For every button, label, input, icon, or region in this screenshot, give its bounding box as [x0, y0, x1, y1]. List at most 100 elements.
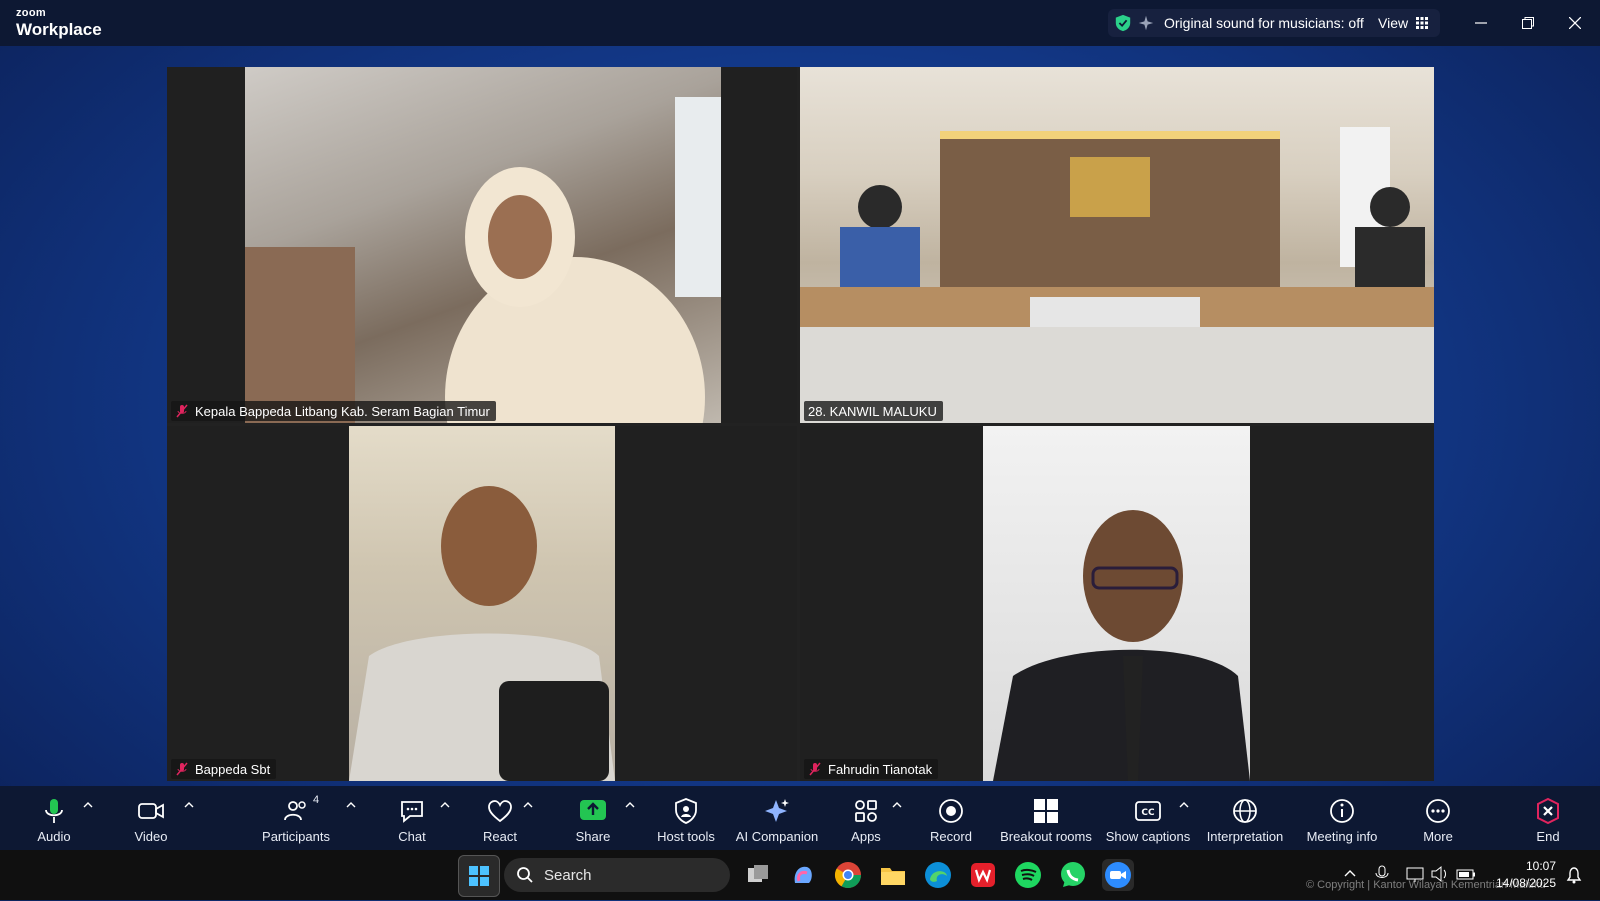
title-bar: zoom Workplace Original sound for musici…: [0, 0, 1600, 46]
whatsapp-icon: [1061, 862, 1085, 887]
info-icon: [1330, 799, 1354, 823]
breakout-rooms-icon: [1034, 799, 1058, 823]
participants-icon: [284, 801, 306, 821]
svg-text:CC: CC: [1141, 808, 1155, 818]
audio-button[interactable]: Audio: [32, 786, 76, 850]
mic-muted-icon: [176, 762, 188, 776]
search-icon: [517, 867, 533, 883]
heart-icon: [488, 800, 512, 823]
windows-taskbar: Search 10:07 14/08/2025: [0, 850, 1600, 900]
zoom-app[interactable]: [1102, 859, 1134, 891]
breakout-rooms-label: Breakout rooms: [1000, 829, 1092, 844]
zoom-taskbar-icon: [1105, 862, 1131, 888]
end-call-icon: [1537, 797, 1559, 825]
wps-icon: [971, 863, 995, 887]
video-gallery: Kepala Bappeda Litbang Kab. Seram Bagian…: [167, 67, 1434, 781]
participant-name-label: Bappeda Sbt: [171, 759, 277, 779]
video-options-chevron-icon[interactable]: [184, 800, 194, 810]
person-silhouette: [993, 510, 1250, 781]
audio-options-chevron-icon[interactable]: [83, 800, 93, 810]
meeting-toolbar: Audio Video Participants 4 Chat React Sh…: [0, 786, 1600, 850]
video-camera-icon: [138, 803, 164, 819]
video-tile-participant-2[interactable]: 28. KANWIL MALUKU: [800, 67, 1434, 423]
participant-name-label: Fahrudin Tianotak: [804, 759, 939, 779]
react-options-chevron-icon[interactable]: [523, 800, 533, 810]
participants-button[interactable]: Participants: [258, 786, 334, 850]
video-tile-participant-1[interactable]: Kepala Bappeda Litbang Kab. Seram Bagian…: [167, 67, 797, 423]
ai-sparkle-icon: [765, 799, 789, 822]
closed-captions-icon: CC: [1135, 801, 1161, 821]
taskbar-search-box[interactable]: Search: [504, 858, 730, 892]
start-button[interactable]: [458, 855, 500, 897]
minimize-button[interactable]: [1470, 12, 1492, 34]
view-button[interactable]: View: [1378, 9, 1429, 37]
chat-label: Chat: [398, 829, 426, 844]
task-view-icon: [748, 865, 768, 882]
participant-name: Bappeda Sbt: [195, 761, 271, 777]
grid-icon: [1416, 17, 1429, 29]
conference-room-scene: [800, 127, 1434, 423]
clock-time: 10:07: [1525, 859, 1556, 873]
participant-name: Fahrudin Tianotak: [828, 761, 933, 777]
share-label: Share: [575, 829, 611, 844]
participants-label: Participants: [262, 829, 330, 844]
video-button[interactable]: Video: [126, 786, 176, 850]
participant-video-feed: [245, 67, 721, 423]
search-placeholder: Search: [544, 866, 592, 884]
record-label: Record: [930, 829, 972, 844]
apps-label: Apps: [851, 829, 881, 844]
chat-button[interactable]: Chat: [390, 786, 434, 850]
mic-muted-icon: [809, 762, 821, 776]
sound-status-text: Original sound for musicians: off: [1164, 15, 1364, 31]
apps-button[interactable]: Apps: [844, 786, 888, 850]
sparkle-icon: [1138, 15, 1154, 31]
participants-options-chevron-icon[interactable]: [346, 800, 356, 810]
notifications-icon[interactable]: [1564, 865, 1584, 885]
spotify-app[interactable]: [1012, 859, 1044, 891]
edge-app[interactable]: [922, 859, 954, 891]
breakout-rooms-button[interactable]: Breakout rooms: [998, 786, 1094, 850]
whatsapp-app[interactable]: [1057, 859, 1089, 891]
record-button[interactable]: Record: [926, 786, 976, 850]
ai-companion-button[interactable]: AI Companion: [732, 786, 822, 850]
copilot-icon: [794, 866, 812, 883]
video-label: Video: [134, 829, 168, 844]
video-tile-participant-4[interactable]: Fahrudin Tianotak: [800, 426, 1434, 781]
wps-office-app[interactable]: [967, 859, 999, 891]
show-captions-button[interactable]: CC Show captions: [1106, 786, 1190, 850]
file-explorer-app[interactable]: [877, 859, 909, 891]
end-meeting-button[interactable]: End: [1528, 786, 1568, 850]
video-tile-participant-3[interactable]: Bappeda Sbt: [167, 426, 797, 781]
meeting-info-button[interactable]: Meeting info: [1302, 786, 1382, 850]
person-silhouette: [245, 97, 721, 423]
folder-icon: [881, 868, 905, 885]
participant-video-feed: [800, 67, 1434, 423]
restore-button[interactable]: [1517, 12, 1539, 34]
more-label: More: [1423, 829, 1453, 844]
chrome-app[interactable]: [832, 859, 864, 891]
react-label: React: [483, 829, 517, 844]
chat-options-chevron-icon[interactable]: [440, 800, 450, 810]
minimize-icon: [1475, 22, 1487, 24]
close-window-button[interactable]: [1564, 12, 1586, 34]
more-button[interactable]: More: [1416, 786, 1460, 850]
participants-count-badge: 4: [313, 794, 320, 806]
share-screen-icon: [580, 800, 606, 820]
share-button[interactable]: Share: [570, 786, 616, 850]
participant-name: 28. KANWIL MALUKU: [808, 403, 937, 419]
host-tools-button[interactable]: Host tools: [654, 786, 718, 850]
share-options-chevron-icon[interactable]: [625, 800, 635, 810]
apps-options-chevron-icon[interactable]: [892, 800, 902, 810]
interpretation-button[interactable]: Interpretation: [1202, 786, 1288, 850]
participant-video-feed: [349, 426, 615, 781]
ai-companion-label: AI Companion: [735, 829, 819, 844]
brand-big: Workplace: [16, 20, 102, 39]
record-icon: [939, 799, 963, 823]
copilot-app[interactable]: [787, 859, 819, 891]
react-button[interactable]: React: [478, 786, 522, 850]
participant-name-label: Kepala Bappeda Litbang Kab. Seram Bagian…: [171, 401, 496, 421]
participant-name: Kepala Bappeda Litbang Kab. Seram Bagian…: [195, 403, 490, 419]
task-view-button[interactable]: [742, 859, 774, 891]
view-label: View: [1378, 15, 1409, 31]
captions-options-chevron-icon[interactable]: [1179, 800, 1189, 810]
